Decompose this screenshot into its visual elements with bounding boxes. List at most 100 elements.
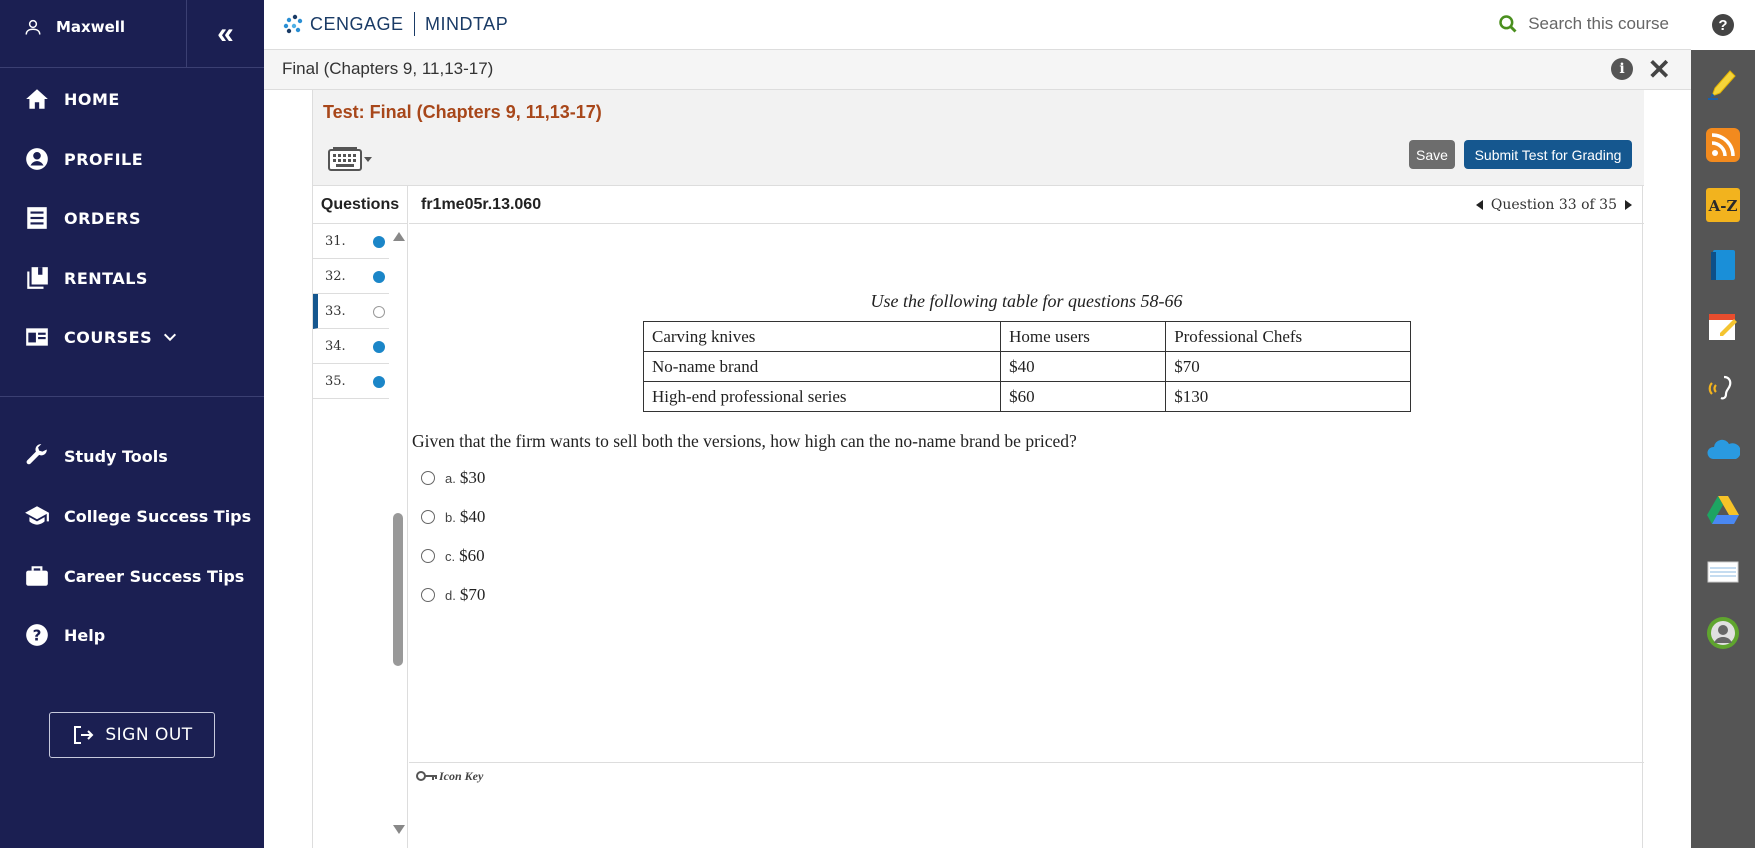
question-number: 35. [325, 374, 346, 389]
table-cell: Professional Chefs [1165, 321, 1411, 352]
radio-button[interactable] [421, 510, 435, 524]
briefcase-icon [26, 566, 48, 586]
choice-letter: a. [445, 470, 456, 486]
course-search[interactable]: Search this course [1498, 14, 1669, 34]
nav-item-label: Career Success Tips [64, 566, 245, 586]
nav-item-label: RENTALS [64, 268, 148, 288]
scroll-up-arrow-icon[interactable] [393, 232, 405, 241]
table-cell: High-end professional series [642, 381, 1002, 412]
question-list-scrollbar[interactable] [393, 513, 403, 666]
sign-out-button[interactable]: SIGN OUT [49, 712, 215, 758]
nav-item-college-success-tips[interactable]: College Success Tips [24, 503, 251, 529]
question-number: 31. [325, 234, 346, 249]
question-item[interactable]: 32. [313, 259, 389, 294]
answer-choice-c[interactable]: c. $60 [421, 546, 485, 566]
key-icon [416, 771, 437, 781]
user-icon [25, 19, 41, 35]
chevron-down-icon [164, 333, 177, 342]
flashcards-icon[interactable] [1705, 553, 1741, 589]
sign-out-icon [74, 726, 94, 744]
next-question-icon[interactable] [1625, 200, 1632, 210]
choice-value: $30 [459, 468, 486, 487]
wrench-icon [26, 444, 47, 465]
profile-icon [26, 148, 48, 170]
brand-divider [413, 12, 416, 36]
answer-choice-d[interactable]: d. $70 [421, 585, 485, 605]
price-table: Carving knives Home users Professional C… [642, 321, 1411, 412]
test-panel: Test: Final (Chapters 9, 11,13-17) Save … [312, 90, 1644, 848]
help-icon: ? [26, 624, 48, 646]
questions-header: Questions [313, 186, 408, 224]
question-number: 34. [325, 339, 346, 354]
table-row: High-end professional series $60 $130 [642, 381, 1411, 412]
notes-icon[interactable] [1705, 308, 1741, 344]
nav-item-help[interactable]: ? Help [24, 622, 105, 648]
nav-item-label: College Success Tips [64, 506, 252, 526]
google-drive-icon[interactable] [1705, 492, 1741, 528]
brand-mindtap: MINDTAP [425, 13, 509, 34]
nav-header: Maxwell « [0, 0, 264, 68]
question-body: Use the following table for questions 58… [409, 224, 1644, 848]
table-caption: Use the following table for questions 58… [870, 291, 1183, 311]
avatar-app-icon[interactable] [1705, 615, 1741, 651]
ebook-icon[interactable] [1705, 247, 1741, 283]
nav-item-label: PROFILE [64, 149, 144, 169]
question-item-current[interactable]: 33. [313, 294, 389, 329]
answer-choice-b[interactable]: b. $40 [421, 507, 485, 527]
scroll-down-arrow-icon[interactable] [393, 825, 405, 834]
radio-button[interactable] [421, 588, 435, 602]
brand-logo[interactable]: CENGAGE MINDTAP [280, 12, 508, 36]
question-number: 32. [325, 269, 346, 284]
user-name: Maxwell [56, 18, 126, 36]
table-cell: $130 [1165, 381, 1411, 412]
nav-item-label: Study Tools [64, 446, 168, 466]
icon-key[interactable]: Icon Key [409, 762, 1644, 802]
choice-letter: b. [445, 509, 456, 525]
user-menu[interactable]: Maxwell [24, 18, 125, 36]
nav-divider [0, 396, 264, 397]
answer-choice-a[interactable]: a. $30 [421, 468, 485, 488]
keyboard-icon [328, 147, 362, 171]
nav-item-home[interactable]: HOME [24, 86, 120, 112]
keyboard-menu-button[interactable] [327, 144, 373, 174]
radio-button[interactable] [421, 549, 435, 563]
nav-item-career-success-tips[interactable]: Career Success Tips [24, 563, 244, 589]
glossary-az-icon[interactable]: A-Z [1705, 187, 1741, 223]
icon-key-label: Icon Key [439, 769, 484, 783]
answered-dot-icon [373, 271, 385, 283]
nav-item-orders[interactable]: ORDERS [24, 205, 141, 231]
left-nav: Maxwell « HOME PROFILE ORDERS RENTALS CO… [0, 0, 264, 848]
question-number: 33. [325, 304, 346, 319]
nav-item-label: ORDERS [64, 208, 141, 228]
help-button[interactable]: ? [1691, 0, 1755, 50]
question-position: Question 33 of 35 [1490, 197, 1617, 213]
table-cell: No-name brand [642, 351, 1002, 382]
radio-button[interactable] [421, 471, 435, 485]
nav-item-rentals[interactable]: RENTALS [24, 265, 148, 291]
question-item[interactable]: 34. [313, 329, 389, 364]
highlighter-icon[interactable] [1705, 65, 1741, 101]
sign-out-label: SIGN OUT [105, 725, 193, 745]
search-placeholder: Search this course [1528, 14, 1669, 33]
readspeaker-icon[interactable] [1705, 370, 1741, 406]
onedrive-icon[interactable] [1705, 432, 1741, 468]
nav-item-study-tools[interactable]: Study Tools [24, 443, 168, 469]
nav-item-profile[interactable]: PROFILE [24, 146, 143, 172]
submit-test-button[interactable]: Submit Test for Grading [1464, 140, 1632, 169]
previous-question-icon[interactable] [1475, 200, 1483, 210]
choice-letter: c. [445, 548, 456, 564]
collapse-nav-button[interactable]: « [186, 0, 264, 68]
rss-icon[interactable] [1705, 127, 1741, 163]
question-prompt: Given that the firm wants to sell both t… [412, 431, 1077, 451]
nav-item-courses[interactable]: COURSES [24, 324, 192, 350]
question-item[interactable]: 35. [313, 364, 389, 399]
activity-title: Final (Chapters 9, 11,13-17) [282, 59, 494, 78]
table-cell: Carving knives [642, 321, 1002, 352]
choice-value: $60 [459, 546, 485, 565]
answered-dot-icon [373, 236, 385, 248]
choice-letter: d. [445, 587, 456, 603]
question-item[interactable]: 31. [313, 224, 389, 259]
close-icon[interactable]: ✕ [1648, 53, 1671, 86]
info-icon[interactable]: i [1611, 58, 1633, 80]
save-button[interactable]: Save [1409, 140, 1455, 169]
